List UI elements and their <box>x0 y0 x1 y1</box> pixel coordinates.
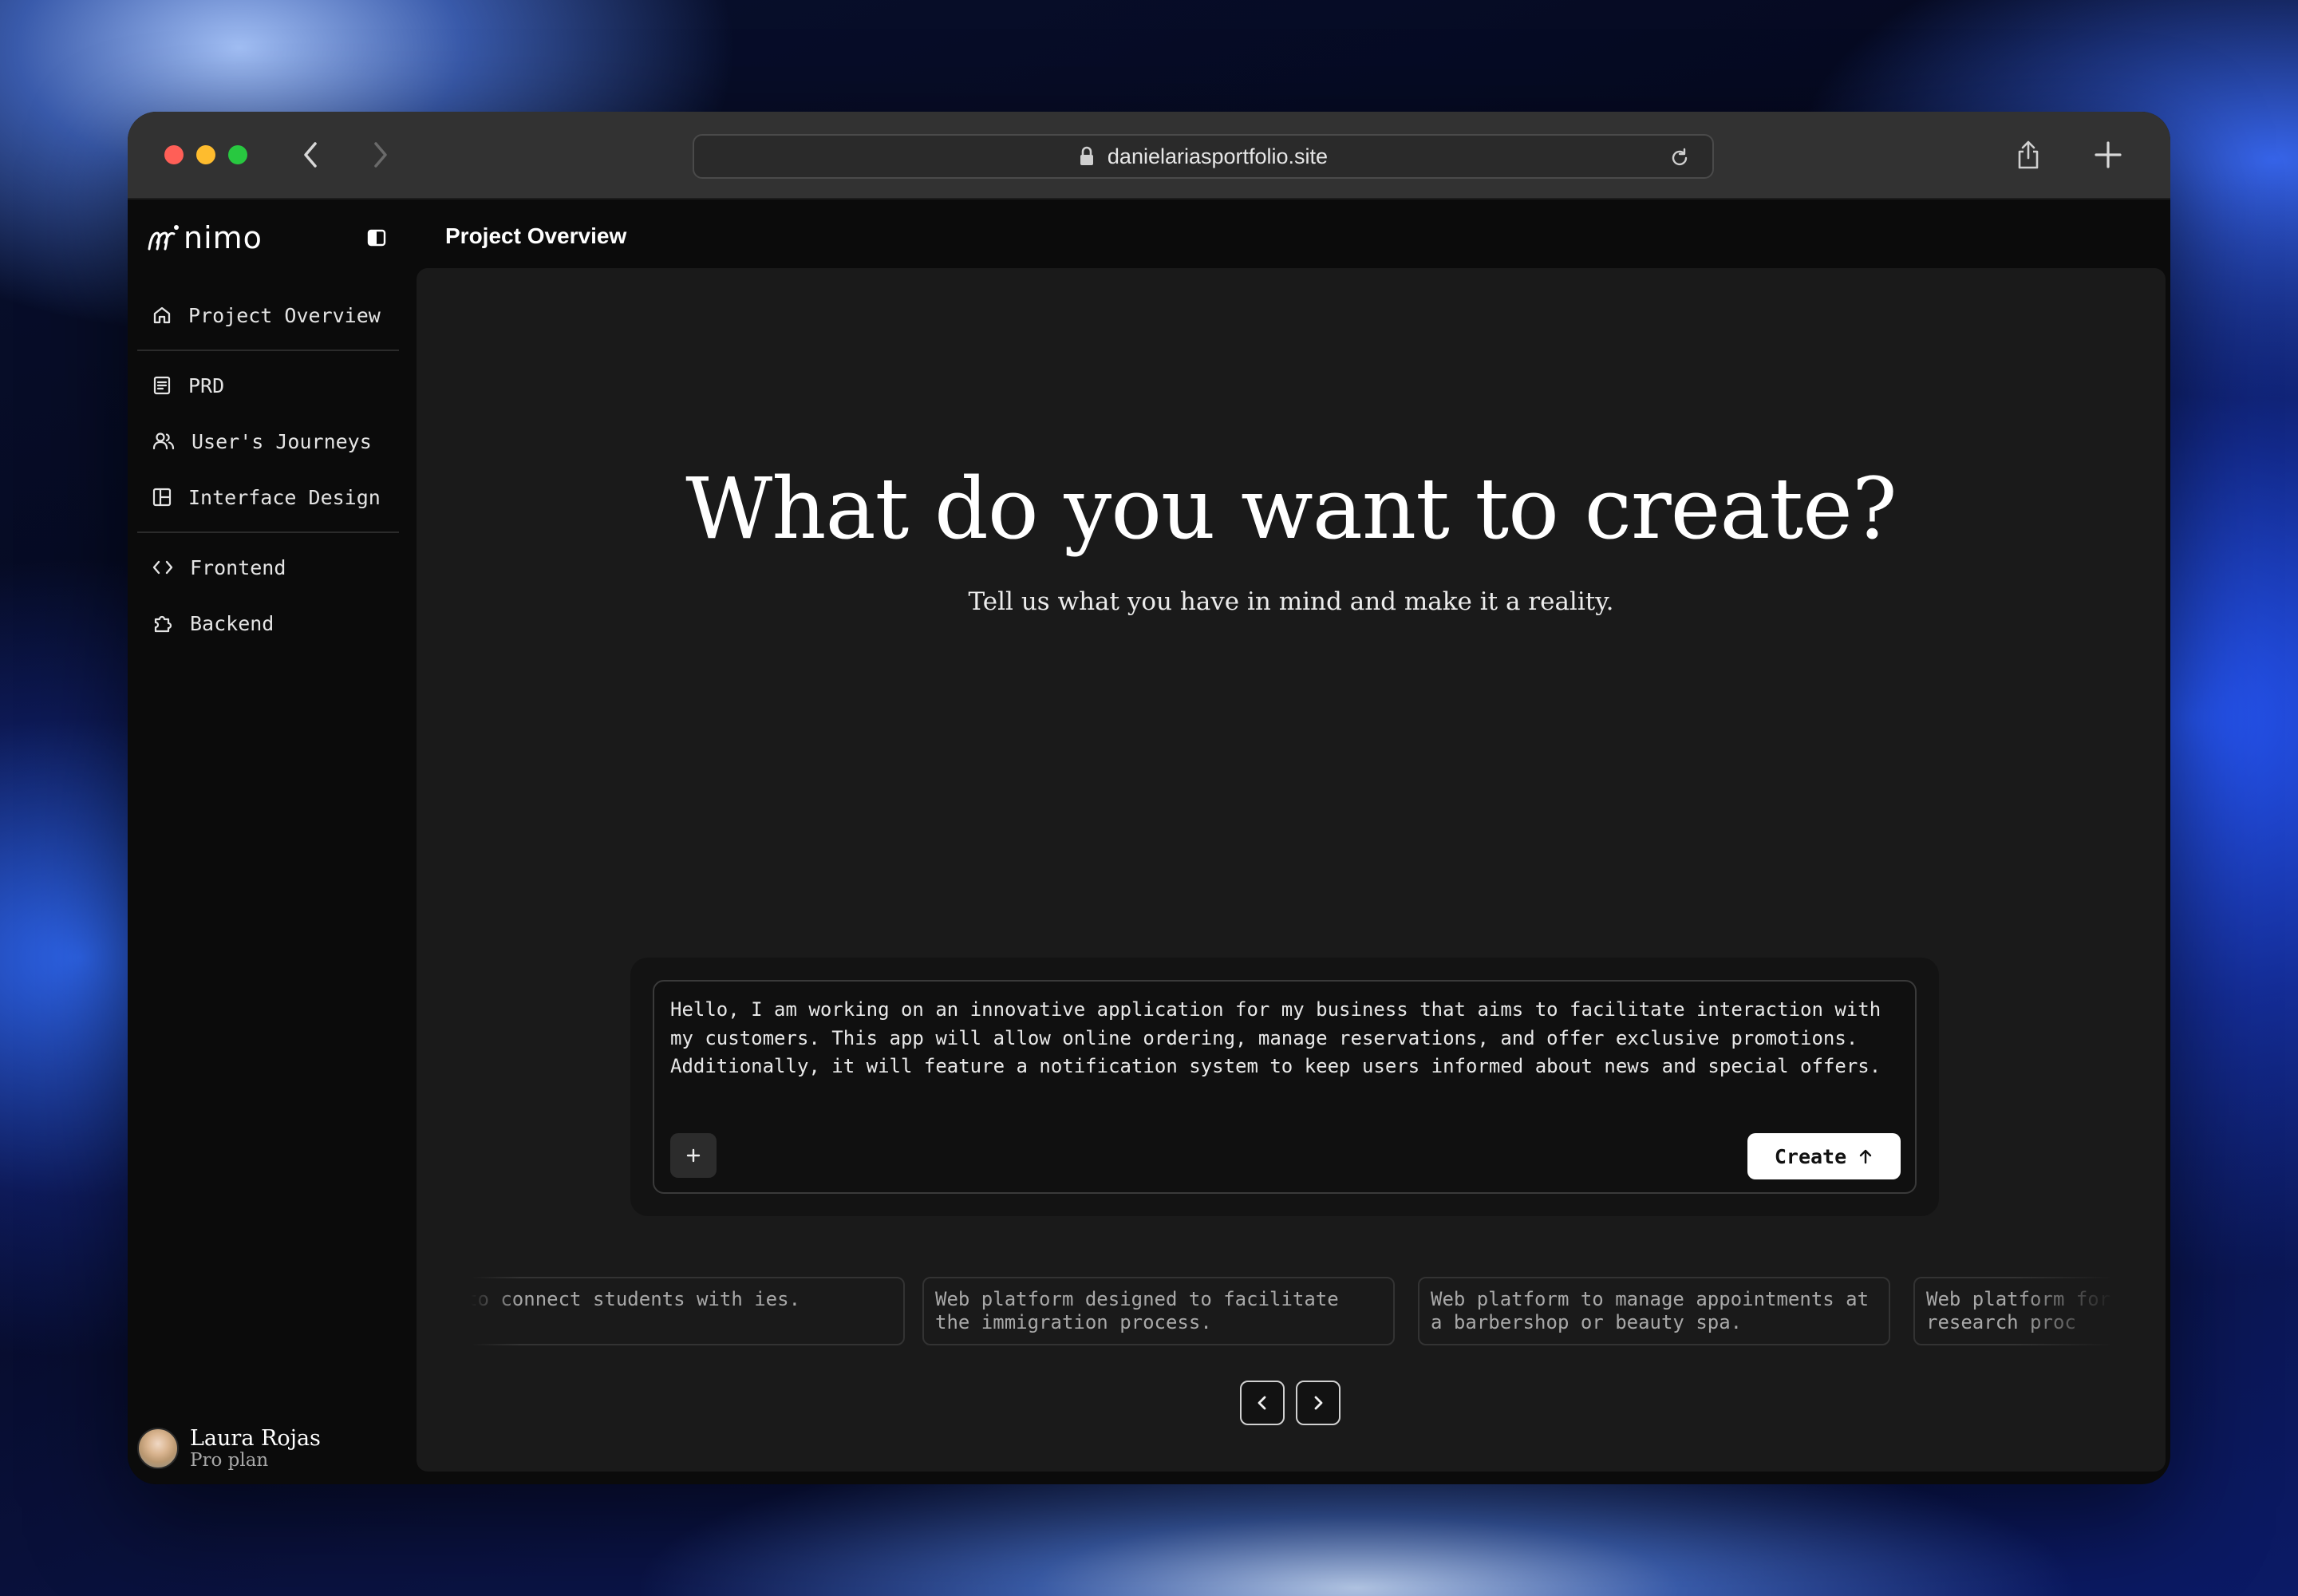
url-text: danielariasportfolio.site <box>1107 144 1329 168</box>
plus-icon <box>686 1148 701 1163</box>
create-button[interactable]: Create <box>1747 1133 1901 1179</box>
sidebar-item-label: Project Overview <box>188 303 381 327</box>
sidebar-item-label: Interface Design <box>188 485 381 509</box>
suggestion-text: to connect students with ies. <box>471 1288 801 1310</box>
sidebar-item-label: PRD <box>188 373 225 397</box>
address-bar[interactable]: danielariasportfolio.site <box>693 134 1714 179</box>
sidebar-divider <box>137 531 399 533</box>
plus-icon <box>2095 141 2122 168</box>
minimize-window-button[interactable] <box>196 145 215 164</box>
chevron-right-icon <box>374 142 387 168</box>
attach-button[interactable] <box>670 1133 717 1178</box>
sidebar-toggle-button[interactable] <box>364 225 389 251</box>
sidebar-item-users-journeys[interactable]: User's Journeys <box>137 413 399 469</box>
chevron-left-icon <box>1258 1396 1266 1410</box>
user-plan: Pro plan <box>190 1450 269 1471</box>
carousel-next-button[interactable] <box>1296 1381 1340 1425</box>
sidebar-item-interface-design[interactable]: Interface Design <box>137 469 399 525</box>
chevron-right-icon <box>1314 1396 1323 1410</box>
sidebar-item-label: User's Journeys <box>192 429 372 453</box>
user-info: Laura Rojas Pro plan <box>190 1426 321 1471</box>
suggestion-text: Web platform designed to facilitate the … <box>935 1288 1339 1333</box>
layout-icon <box>152 488 172 507</box>
suggestions-carousel: to connect students with ies. Web platfo… <box>471 1277 2114 1345</box>
chevron-left-icon <box>304 142 317 168</box>
suggestion-card[interactable]: Web platform to manage appointments at a… <box>1418 1277 1890 1345</box>
share-button[interactable] <box>2009 136 2047 174</box>
sidebar-item-project-overview[interactable]: Project Overview <box>137 287 399 343</box>
home-icon <box>153 306 171 324</box>
back-button[interactable] <box>292 136 330 174</box>
sidebar-toggle-icon <box>367 229 386 247</box>
new-tab-button[interactable] <box>2089 136 2127 174</box>
hero-title: What do you want to create? <box>685 460 1897 558</box>
prompt-container: Hello, I am working on an innovative app… <box>630 958 1939 1216</box>
sidebar-divider <box>137 350 399 351</box>
hero-subtitle: Tell us what you have in mind and make i… <box>968 587 1614 616</box>
browser-window: danielariasportfolio.site nimo Project O… <box>128 112 2170 1484</box>
suggestion-card[interactable]: to connect students with ies. <box>471 1277 905 1345</box>
users-icon <box>152 433 175 450</box>
prompt-input-box[interactable]: Hello, I am working on an innovative app… <box>653 980 1917 1194</box>
sidebar-item-prd[interactable]: PRD <box>137 358 399 413</box>
close-window-button[interactable] <box>164 145 184 164</box>
sidebar-item-label: Backend <box>190 611 274 635</box>
suggestion-card[interactable]: Web platform designed to facilitate the … <box>922 1277 1395 1345</box>
user-profile[interactable]: Laura Rojas Pro plan <box>137 1427 321 1470</box>
arrow-up-icon <box>1859 1149 1872 1164</box>
suggestion-text: Web platform to manage appointments at a… <box>1431 1288 1870 1333</box>
main-panel: What do you want to create? Tell us what… <box>417 268 2166 1472</box>
suggestion-card[interactable]: Web platform for conduc marketing resear… <box>1913 1277 2114 1345</box>
carousel-prev-button[interactable] <box>1240 1381 1285 1425</box>
sidebar-item-backend[interactable]: Backend <box>137 595 399 651</box>
document-icon <box>153 376 171 395</box>
code-icon <box>152 560 173 575</box>
user-name: Laura Rojas <box>190 1426 321 1451</box>
zoom-window-button[interactable] <box>228 145 247 164</box>
avatar <box>137 1428 179 1469</box>
page-title: Project Overview <box>445 223 627 248</box>
reload-icon[interactable] <box>1668 146 1692 170</box>
suggestion-text: Web platform for conduc marketing resear… <box>1926 1288 2114 1333</box>
sidebar: nimo Project Overview PRD User's Journey… <box>128 201 417 1484</box>
sidebar-item-frontend[interactable]: Frontend <box>137 539 399 595</box>
puzzle-icon <box>154 615 172 633</box>
sidebar-nav: Project Overview PRD User's Journeys Int… <box>137 287 399 651</box>
forward-button[interactable] <box>361 136 399 174</box>
create-button-label: Create <box>1774 1144 1847 1168</box>
app-logo[interactable]: nimo <box>147 220 263 255</box>
share-icon <box>2018 140 2039 169</box>
browser-toolbar: danielariasportfolio.site <box>128 112 2170 200</box>
logo-text: nimo <box>184 220 263 255</box>
prompt-input[interactable]: Hello, I am working on an innovative app… <box>670 996 1905 1081</box>
lock-icon <box>1080 146 1093 165</box>
sidebar-item-label: Frontend <box>190 555 286 579</box>
logo-mark-icon <box>148 225 179 251</box>
